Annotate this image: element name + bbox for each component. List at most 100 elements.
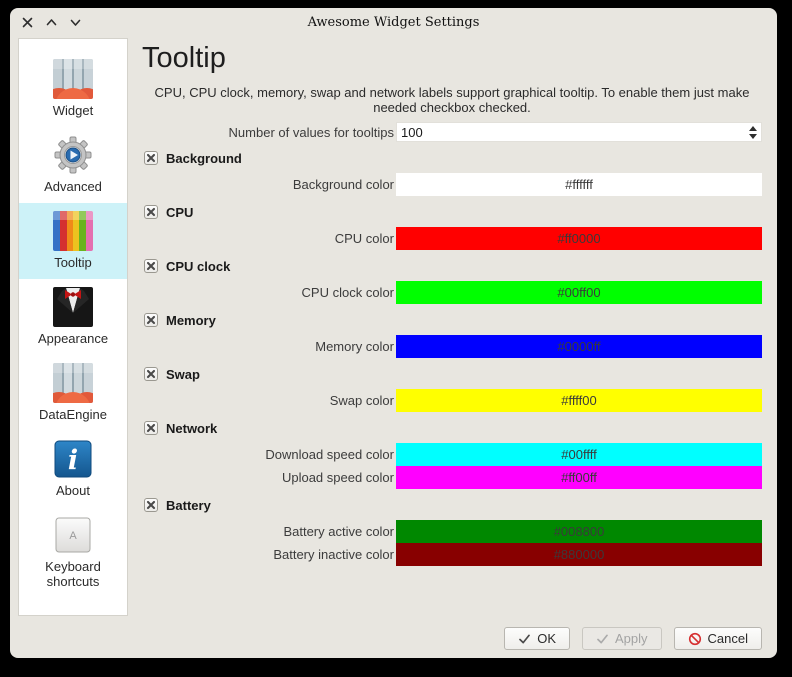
checkbox-swap[interactable] xyxy=(144,367,158,381)
spin-down-icon[interactable] xyxy=(749,134,757,139)
checkbox-memory[interactable] xyxy=(144,313,158,327)
checkbox-battery[interactable] xyxy=(144,498,158,512)
color-row-label: Battery inactive color xyxy=(142,547,396,562)
tooltip-values-label: Number of values for tooltips xyxy=(142,125,396,140)
spin-up-icon[interactable] xyxy=(749,126,757,131)
color-row: Battery active color #008800 xyxy=(142,520,762,543)
dialog-buttons: OK Apply Cancel xyxy=(504,627,762,650)
checkbox-cpu-clock[interactable] xyxy=(144,259,158,273)
section-memory: Memory Memory color #0000ff xyxy=(142,312,762,358)
section-label: CPU xyxy=(166,205,193,220)
section-network: Network Download speed color #00ffff Upl… xyxy=(142,420,762,489)
sidebar-item-label: About xyxy=(56,483,90,498)
color-hex-value: #ffff00 xyxy=(561,393,596,408)
color-row-label: Memory color xyxy=(142,339,396,354)
content-area: Widget Advanced Tooltip Appearance DataE… xyxy=(10,36,777,616)
color-swatch-background-color[interactable]: #ffffff xyxy=(396,173,762,196)
apply-button[interactable]: Apply xyxy=(582,627,662,650)
sidebar-item-about[interactable]: i About xyxy=(19,431,127,507)
ok-button[interactable]: OK xyxy=(504,627,570,650)
checkbox-background[interactable] xyxy=(144,151,158,165)
color-swatch-download-speed-color[interactable]: #00ffff xyxy=(396,443,762,466)
sidebar-item-label: Advanced xyxy=(44,179,102,194)
section-background: Background Background color #ffffff xyxy=(142,150,762,196)
color-hex-value: #ffffff xyxy=(565,177,593,192)
checkbox-network[interactable] xyxy=(144,421,158,435)
color-swatch-cpu-clock-color[interactable]: #00ff00 xyxy=(396,281,762,304)
chevron-up-icon[interactable] xyxy=(44,15,59,30)
color-swatch-cpu-color[interactable]: #ff0000 xyxy=(396,227,762,250)
color-row: Battery inactive color #880000 xyxy=(142,543,762,566)
svg-text:i: i xyxy=(68,445,78,476)
color-row: Memory color #0000ff xyxy=(142,335,762,358)
color-hex-value: #00ff00 xyxy=(557,285,600,300)
keyboard-key-icon: A xyxy=(53,515,93,555)
tuxedo-icon xyxy=(53,287,93,327)
color-row: Download speed color #00ffff xyxy=(142,443,762,466)
sidebar-item-label: DataEngine xyxy=(39,407,107,422)
section-swap: Swap Swap color #ffff00 xyxy=(142,366,762,412)
section-label: Background xyxy=(166,151,242,166)
section-label: CPU clock xyxy=(166,259,230,274)
color-stripes-icon xyxy=(53,211,93,251)
settings-dialog: Awesome Widget Settings Widget Advanced … xyxy=(10,8,777,658)
sidebar-item-dataengine[interactable]: DataEngine xyxy=(19,355,127,431)
sidebar-item-widget[interactable]: Widget xyxy=(19,51,127,127)
sidebar-item-label: Appearance xyxy=(38,331,108,346)
color-swatch-battery-inactive-color[interactable]: #880000 xyxy=(396,543,762,566)
widget-chart-icon xyxy=(53,59,93,99)
color-sections: Background Background color #ffffff CPU … xyxy=(142,150,762,566)
color-hex-value: #880000 xyxy=(554,547,605,562)
color-row-label: Download speed color xyxy=(142,447,396,462)
color-row: Upload speed color #ff00ff xyxy=(142,466,762,489)
window-controls xyxy=(20,15,83,30)
tooltip-values-spinbox[interactable]: 100 xyxy=(396,122,762,142)
color-row-label: CPU clock color xyxy=(142,285,396,300)
section-battery: Battery Battery active color #008800 Bat… xyxy=(142,497,762,566)
check-icon xyxy=(518,633,531,645)
cancel-button[interactable]: Cancel xyxy=(674,627,762,650)
color-row-label: Background color xyxy=(142,177,396,192)
color-swatch-memory-color[interactable]: #0000ff xyxy=(396,335,762,358)
color-row: CPU clock color #00ff00 xyxy=(142,281,762,304)
close-icon[interactable] xyxy=(20,15,35,30)
svg-text:A: A xyxy=(69,530,77,542)
sidebar-item-label: Widget xyxy=(53,103,93,118)
color-hex-value: #ff0000 xyxy=(557,231,600,246)
window-title: Awesome Widget Settings xyxy=(10,15,777,30)
sidebar-item-advanced[interactable]: Advanced xyxy=(19,127,127,203)
section-label: Swap xyxy=(166,367,200,382)
color-hex-value: #008800 xyxy=(554,524,605,539)
sidebar-item-keyboard-shortcuts[interactable]: A Keyboard shortcuts xyxy=(19,507,127,598)
titlebar: Awesome Widget Settings xyxy=(10,8,777,36)
color-hex-value: #0000ff xyxy=(557,339,600,354)
gear-icon xyxy=(53,135,93,175)
tooltip-values-row: Number of values for tooltips 100 xyxy=(142,122,762,142)
section-label: Battery xyxy=(166,498,211,513)
checkbox-cpu[interactable] xyxy=(144,205,158,219)
tooltip-values-value[interactable]: 100 xyxy=(397,125,747,140)
chevron-down-icon[interactable] xyxy=(68,15,83,30)
color-hex-value: #ff00ff xyxy=(561,470,597,485)
section-cpu: CPU CPU color #ff0000 xyxy=(142,204,762,250)
cancel-icon xyxy=(688,632,702,646)
sidebar: Widget Advanced Tooltip Appearance DataE… xyxy=(18,38,128,616)
color-swatch-swap-color[interactable]: #ffff00 xyxy=(396,389,762,412)
color-hex-value: #00ffff xyxy=(561,447,596,462)
sidebar-item-appearance[interactable]: Appearance xyxy=(19,279,127,355)
color-row-label: Swap color xyxy=(142,393,396,408)
section-label: Memory xyxy=(166,313,216,328)
color-swatch-upload-speed-color[interactable]: #ff00ff xyxy=(396,466,762,489)
color-row-label: Upload speed color xyxy=(142,470,396,485)
sidebar-item-tooltip[interactable]: Tooltip xyxy=(19,203,127,279)
info-icon: i xyxy=(53,439,93,479)
color-row: Background color #ffffff xyxy=(142,173,762,196)
color-swatch-battery-active-color[interactable]: #008800 xyxy=(396,520,762,543)
main-panel: Tooltip CPU, CPU clock, memory, swap and… xyxy=(128,38,762,616)
section-cpu-clock: CPU clock CPU clock color #00ff00 xyxy=(142,258,762,304)
spinbox-arrows xyxy=(747,126,761,139)
sidebar-item-label: Keyboard shortcuts xyxy=(21,559,125,589)
color-row: CPU color #ff0000 xyxy=(142,227,762,250)
widget-chart-icon xyxy=(53,363,93,403)
color-row-label: CPU color xyxy=(142,231,396,246)
